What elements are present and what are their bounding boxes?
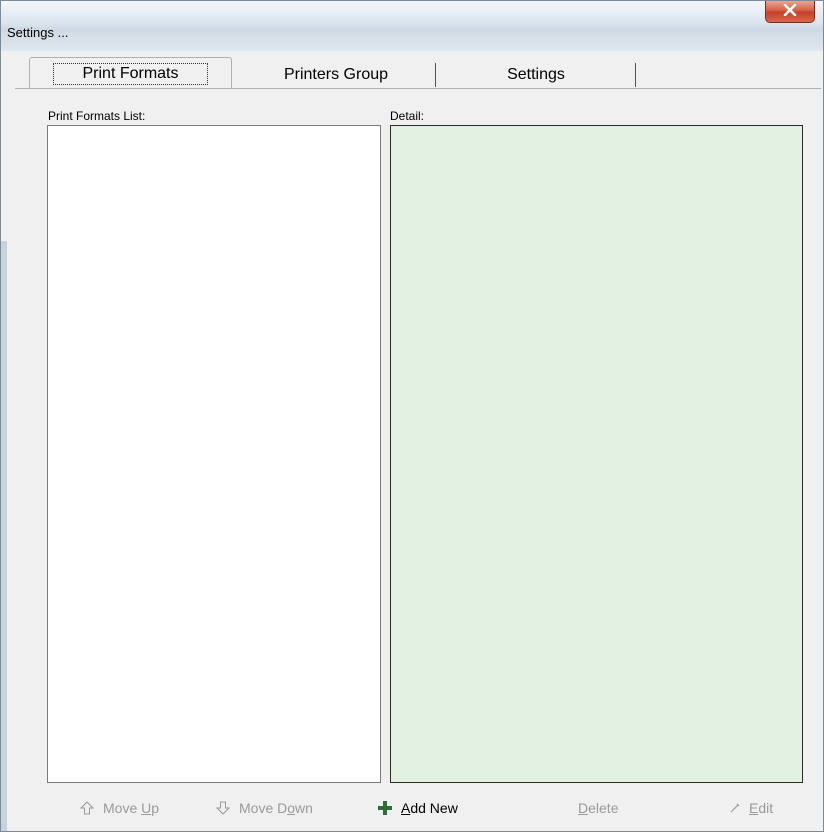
- tab-print-formats[interactable]: Print Formats: [29, 57, 232, 89]
- add-new-button[interactable]: Add New: [377, 797, 458, 819]
- window-title: Settings ...: [7, 25, 69, 40]
- tab-settings[interactable]: Settings: [436, 61, 636, 89]
- settings-window: Settings ... Print Formats Printers Grou…: [0, 0, 824, 832]
- close-icon: [783, 3, 797, 21]
- add-new-label: Add New: [401, 800, 458, 816]
- tab-label: Settings: [507, 66, 565, 83]
- arrow-down-icon: [215, 800, 231, 816]
- tab-printers-group[interactable]: Printers Group: [236, 61, 436, 89]
- edit-label: Edit: [749, 800, 774, 816]
- arrow-up-icon: [79, 800, 95, 816]
- detail-label: Detail:: [390, 109, 425, 123]
- move-down-label: Move Down: [239, 800, 313, 816]
- move-down-button[interactable]: Move Down: [215, 797, 313, 819]
- title-bar[interactable]: Settings ...: [1, 1, 823, 51]
- move-up-label: Move Up: [103, 800, 160, 816]
- plus-icon: [377, 800, 393, 816]
- print-formats-list[interactable]: [47, 125, 381, 783]
- pencil-icon: [727, 800, 743, 816]
- move-up-button[interactable]: Move Up: [79, 797, 159, 819]
- tab-divider: [635, 63, 636, 87]
- tab-strip: Print Formats Printers Group Settings: [15, 57, 815, 89]
- detail-panel: [390, 125, 803, 783]
- delete-label: Delete: [578, 800, 619, 816]
- window-left-frame: [1, 241, 7, 831]
- close-button[interactable]: [765, 1, 815, 23]
- tab-label: Print Formats: [53, 62, 208, 85]
- print-formats-list-label: Print Formats List:: [48, 109, 146, 123]
- tab-label: Printers Group: [283, 66, 389, 83]
- edit-button[interactable]: Edit: [727, 797, 773, 819]
- delete-button[interactable]: Delete: [578, 797, 618, 819]
